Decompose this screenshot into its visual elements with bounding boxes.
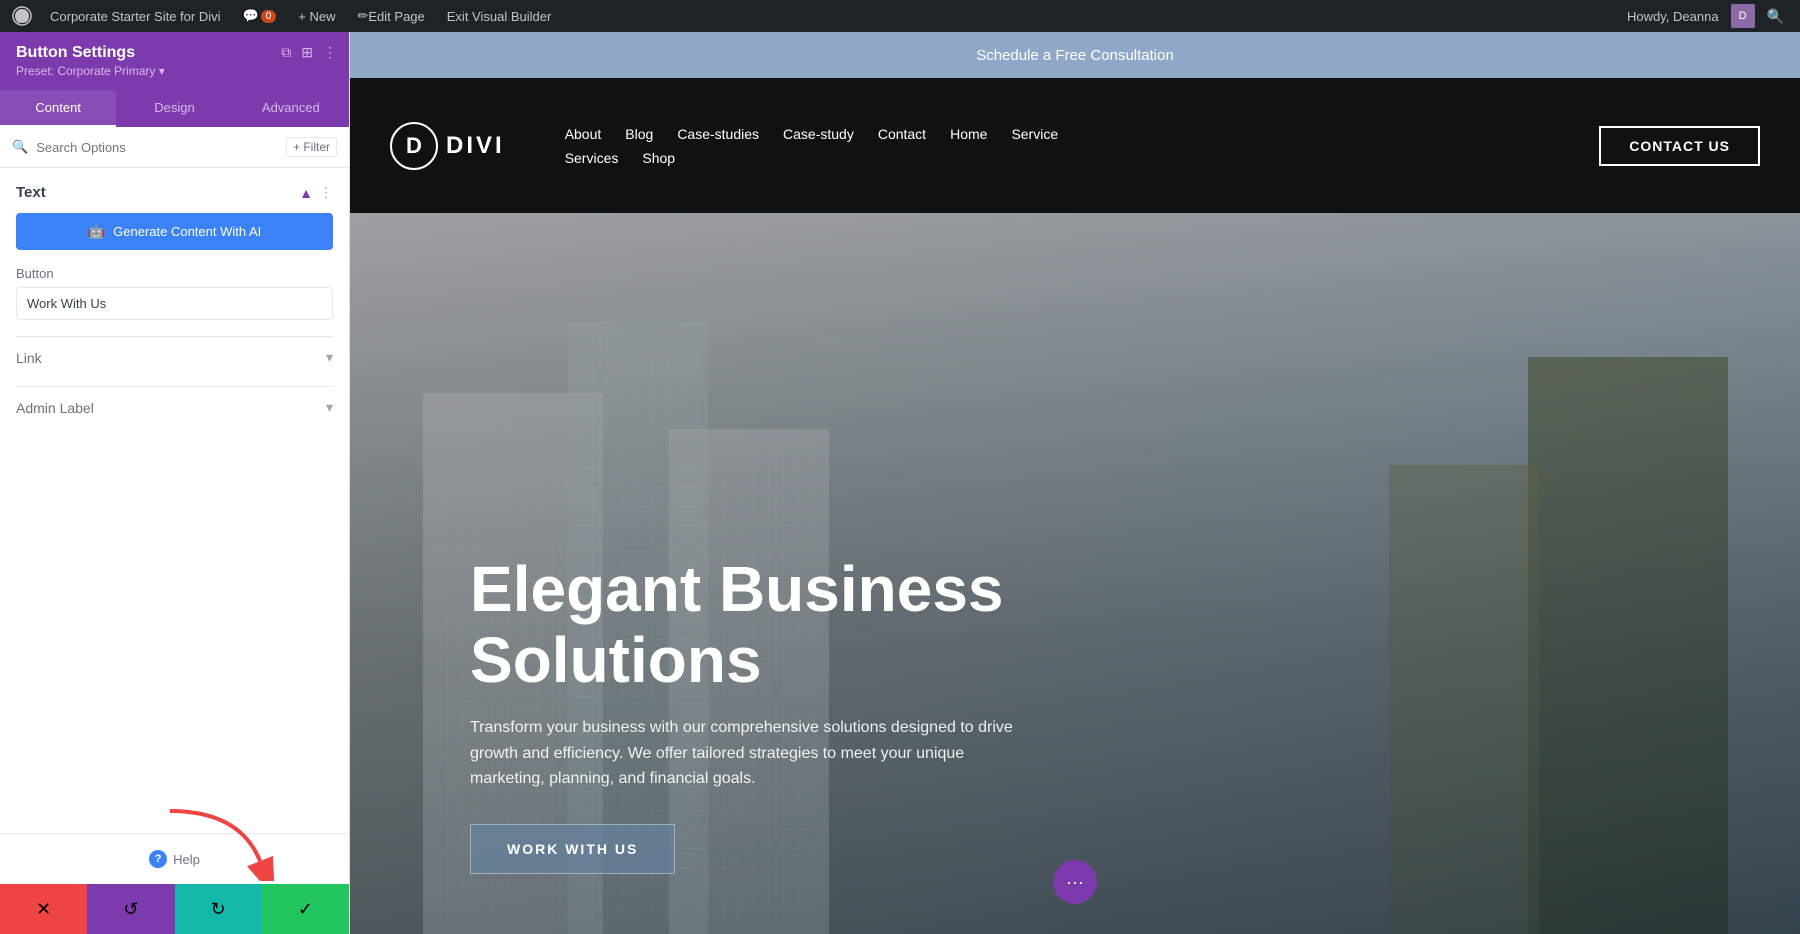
link-chevron-icon: ▾ bbox=[326, 349, 333, 366]
howdy-text: Howdy, Deanna bbox=[1619, 9, 1727, 24]
hero-cta-button[interactable]: WORK WITH US bbox=[470, 824, 675, 874]
tab-advanced[interactable]: Advanced bbox=[233, 90, 349, 127]
link-section-title: Link bbox=[16, 350, 42, 366]
admin-label-chevron-icon: ▾ bbox=[326, 399, 333, 416]
admin-bar-left: Corporate Starter Site for Divi 💬 0 + Ne… bbox=[8, 0, 1619, 32]
admin-label-title: Admin Label bbox=[16, 400, 94, 416]
site-header: D DIVI About Blog Case-studies Case-stud… bbox=[350, 78, 1800, 213]
wordpress-logo[interactable] bbox=[8, 2, 36, 30]
search-icon-panel: 🔍 bbox=[12, 139, 28, 155]
nav-service[interactable]: Service bbox=[1011, 126, 1058, 142]
cancel-button[interactable]: ✕ bbox=[0, 884, 87, 934]
admin-label-section: Admin Label ▾ bbox=[16, 386, 333, 420]
search-row: 🔍 + Filter bbox=[0, 127, 349, 168]
collapse-arrow-icon[interactable]: ▲ bbox=[299, 185, 313, 201]
panel-header: Button Settings Preset: Corporate Primar… bbox=[0, 32, 349, 90]
schedule-bar: Schedule a Free Consultation bbox=[350, 32, 1800, 78]
nav-services[interactable]: Services bbox=[565, 150, 619, 166]
panel-header-icons: ⧉ ⊞ ⋮ bbox=[281, 44, 337, 61]
text-section-title: Text bbox=[16, 184, 46, 201]
link-section: Link ▾ bbox=[16, 336, 333, 370]
nav-case-study[interactable]: Case-study bbox=[783, 126, 854, 142]
hero-title: Elegant Business Solutions bbox=[470, 554, 1030, 695]
exit-visual-builder-link[interactable]: Exit Visual Builder bbox=[439, 0, 560, 32]
nav-about[interactable]: About bbox=[565, 126, 602, 142]
admin-label-section-header[interactable]: Admin Label ▾ bbox=[16, 399, 333, 420]
more-options-icon[interactable]: ⋮ bbox=[323, 44, 337, 61]
grid-icon[interactable]: ⊞ bbox=[301, 44, 313, 61]
search-icon[interactable]: 🔍 bbox=[1759, 8, 1792, 25]
panel-content: Text ▲ ⋮ 🤖 Generate Content With AI Butt… bbox=[0, 168, 349, 833]
logo-icon: D bbox=[390, 122, 438, 170]
floating-menu-button[interactable]: ··· bbox=[1053, 860, 1097, 904]
duplicate-icon[interactable]: ⧉ bbox=[281, 44, 291, 61]
nav-row-2: Services Shop bbox=[565, 150, 1600, 166]
nav-home[interactable]: Home bbox=[950, 126, 987, 142]
nav-blog[interactable]: Blog bbox=[625, 126, 653, 142]
contact-us-button[interactable]: CONTACT US bbox=[1599, 126, 1760, 166]
filter-button[interactable]: + Filter bbox=[286, 137, 337, 157]
section-controls: ▲ ⋮ bbox=[299, 184, 333, 201]
text-section-header: Text ▲ ⋮ bbox=[16, 184, 333, 201]
button-field-label: Button bbox=[16, 266, 333, 281]
redo-button[interactable]: ↻ bbox=[175, 884, 262, 934]
left-panel: Button Settings Preset: Corporate Primar… bbox=[0, 32, 350, 934]
section-more-icon[interactable]: ⋮ bbox=[319, 184, 333, 201]
save-button[interactable]: ✓ bbox=[262, 884, 349, 934]
site-name-link[interactable]: Corporate Starter Site for Divi bbox=[42, 0, 229, 32]
admin-bar-right: Howdy, Deanna D 🔍 bbox=[1619, 4, 1792, 28]
generate-ai-button[interactable]: 🤖 Generate Content With AI bbox=[16, 213, 333, 250]
hero-content: Elegant Business Solutions Transform you… bbox=[350, 554, 1150, 934]
bottom-toolbar: ✕ ↺ ↻ ✓ bbox=[0, 884, 349, 934]
tab-content[interactable]: Content bbox=[0, 90, 116, 127]
arrow-indicator bbox=[160, 801, 280, 886]
site-logo: D DIVI bbox=[390, 122, 505, 170]
right-side: Schedule a Free Consultation D DIVI Abou… bbox=[350, 32, 1800, 934]
nav-row-1: About Blog Case-studies Case-study Conta… bbox=[565, 126, 1600, 142]
undo-button[interactable]: ↺ bbox=[87, 884, 174, 934]
nav-contact[interactable]: Contact bbox=[878, 126, 926, 142]
nav-case-studies[interactable]: Case-studies bbox=[677, 126, 759, 142]
wp-admin-bar: Corporate Starter Site for Divi 💬 0 + Ne… bbox=[0, 0, 1800, 32]
search-options-input[interactable] bbox=[36, 140, 278, 155]
new-post-link[interactable]: + New bbox=[290, 0, 343, 32]
user-avatar[interactable]: D bbox=[1731, 4, 1755, 28]
settings-tabs: Content Design Advanced bbox=[0, 90, 349, 127]
edit-page-link[interactable]: ✏ Edit Page bbox=[349, 0, 432, 32]
main-layout: Button Settings Preset: Corporate Primar… bbox=[0, 32, 1800, 934]
logo-text: DIVI bbox=[446, 132, 505, 160]
site-nav: About Blog Case-studies Case-study Conta… bbox=[565, 126, 1600, 166]
hero-section: Elegant Business Solutions Transform you… bbox=[350, 213, 1800, 934]
hero-description: Transform your business with our compreh… bbox=[470, 715, 1030, 792]
ai-icon: 🤖 bbox=[88, 223, 105, 240]
button-text-input[interactable] bbox=[16, 287, 333, 320]
panel-preset[interactable]: Preset: Corporate Primary ▾ bbox=[16, 64, 333, 78]
link-section-header[interactable]: Link ▾ bbox=[16, 349, 333, 370]
comment-count: 0 bbox=[261, 10, 277, 23]
comments-link[interactable]: 💬 0 bbox=[235, 0, 285, 32]
nav-shop[interactable]: Shop bbox=[642, 150, 675, 166]
tab-design[interactable]: Design bbox=[116, 90, 232, 127]
